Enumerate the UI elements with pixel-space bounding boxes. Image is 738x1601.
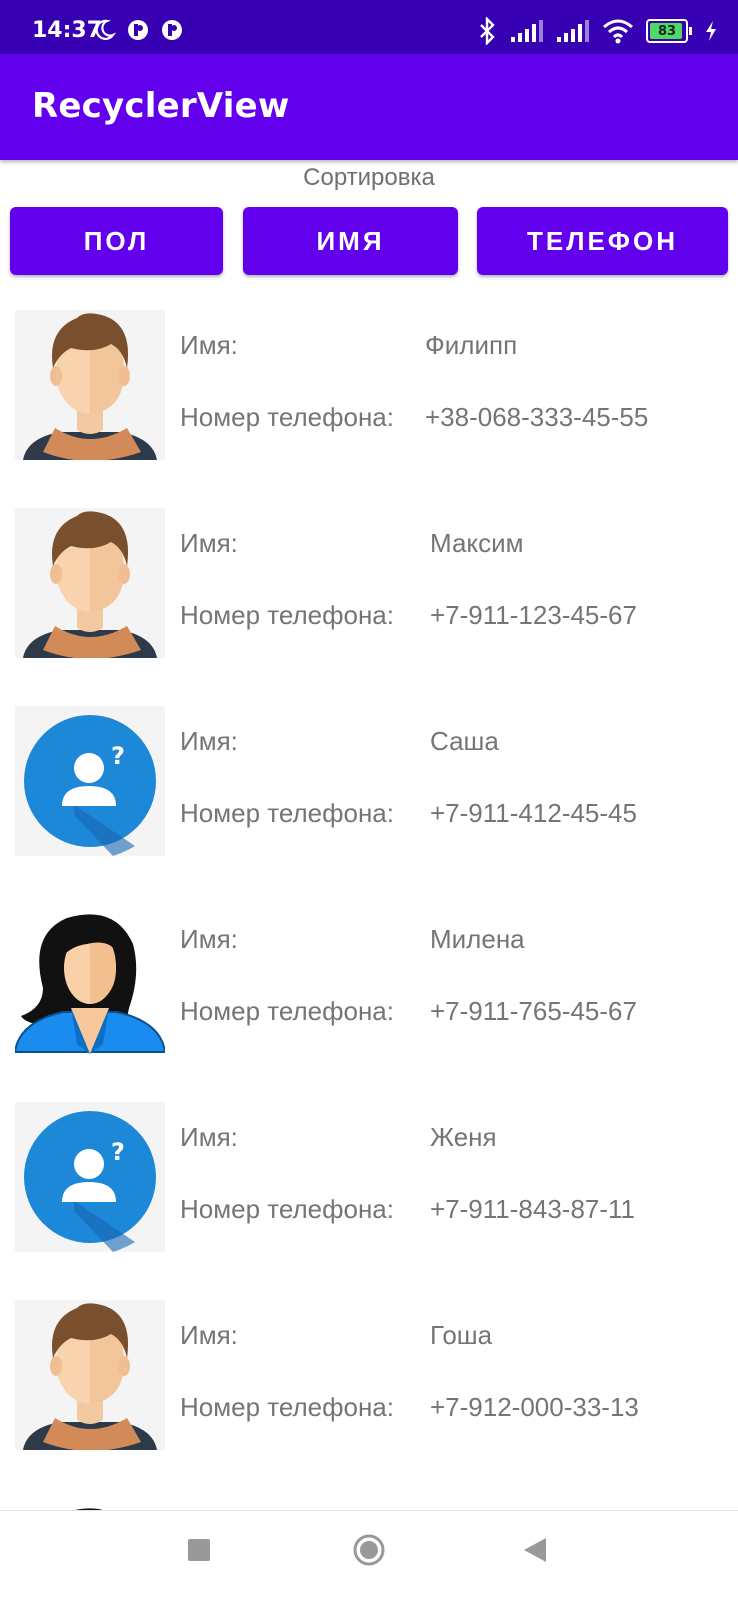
signal-icon [511, 20, 543, 42]
app-notification-icon [162, 20, 182, 40]
phone-label: Номер телефона: [180, 798, 394, 828]
name-label: Имя: [180, 1320, 238, 1350]
sort-by-phone-button[interactable]: ТЕЛЕФОН [477, 207, 728, 275]
phone-label: Номер телефона: [180, 600, 394, 630]
wifi-icon [603, 19, 633, 44]
sort-label: Сортировка [303, 164, 435, 191]
contact-row[interactable]: Имя: Саша Номер телефона: +7-911-412-45-… [0, 706, 738, 856]
contact-row[interactable]: Имя: Милена Номер телефона: +7-911-765-4… [0, 904, 738, 1054]
moon-icon [95, 19, 116, 40]
contact-row[interactable] [0, 1498, 738, 1510]
name-label: Имя: [180, 528, 238, 558]
back-icon[interactable] [522, 1536, 548, 1564]
contact-name: Филипп [425, 330, 518, 360]
app-notification-icon [128, 20, 148, 40]
contact-phone: +7-911-412-45-45 [430, 798, 637, 828]
contact-list[interactable]: Имя: Филипп Номер телефона: +38-068-333-… [0, 310, 738, 1510]
contact-phone: +7-911-843-87-11 [430, 1194, 636, 1224]
name-label: Имя: [180, 330, 238, 360]
contact-phone: +7-912-000-33-13 [430, 1392, 639, 1422]
man-avatar-icon [15, 508, 165, 658]
signal-icon [557, 20, 589, 42]
phone-label: Номер телефона: [180, 1392, 394, 1422]
contact-phone: +7-911-765-45-67 [430, 996, 637, 1026]
contact-name: Женя [430, 1122, 497, 1152]
name-label: Имя: [180, 1122, 238, 1152]
sort-by-gender-button[interactable]: ПОЛ [10, 207, 223, 275]
contact-row[interactable]: Имя: Максим Номер телефона: +7-911-123-4… [0, 508, 738, 658]
app-bar: RecyclerView [0, 54, 738, 160]
contact-row[interactable]: Имя: Гоша Номер телефона: +7-912-000-33-… [0, 1300, 738, 1450]
recents-icon[interactable] [188, 1539, 210, 1561]
charging-icon [706, 21, 716, 41]
unknown-avatar-icon [15, 1102, 165, 1252]
page-title: RecyclerView [32, 86, 290, 126]
contact-phone: +38-068-333-45-55 [425, 402, 649, 432]
name-label: Имя: [180, 726, 238, 756]
woman-avatar-icon [15, 904, 165, 1054]
unknown-avatar-icon [15, 706, 165, 856]
sort-by-name-button[interactable]: ИМЯ [243, 207, 458, 275]
bluetooth-icon [480, 17, 495, 45]
man-avatar-icon [15, 1300, 165, 1450]
contact-phone: +7-911-123-45-67 [430, 600, 637, 630]
phone-label: Номер телефона: [180, 402, 394, 432]
contact-row[interactable]: Имя: Филипп Номер телефона: +38-068-333-… [0, 310, 738, 460]
contact-name: Максим [430, 528, 524, 558]
contact-name: Милена [430, 924, 525, 954]
battery-level: 83 [657, 23, 677, 39]
contact-name: Гоша [430, 1320, 493, 1350]
phone-label: Номер телефона: [180, 1194, 394, 1224]
navigation-bar [0, 1510, 738, 1601]
home-icon[interactable] [352, 1533, 386, 1567]
contact-name: Саша [430, 726, 499, 756]
woman-avatar-icon [15, 1498, 165, 1510]
battery-icon: 83 [646, 19, 692, 43]
name-label: Имя: [180, 924, 238, 954]
man-avatar-icon [15, 310, 165, 460]
status-bar: 14:37 83 [0, 0, 738, 54]
phone-label: Номер телефона: [180, 996, 394, 1026]
contact-row[interactable]: Имя: Женя Номер телефона: +7-911-843-87-… [0, 1102, 738, 1252]
